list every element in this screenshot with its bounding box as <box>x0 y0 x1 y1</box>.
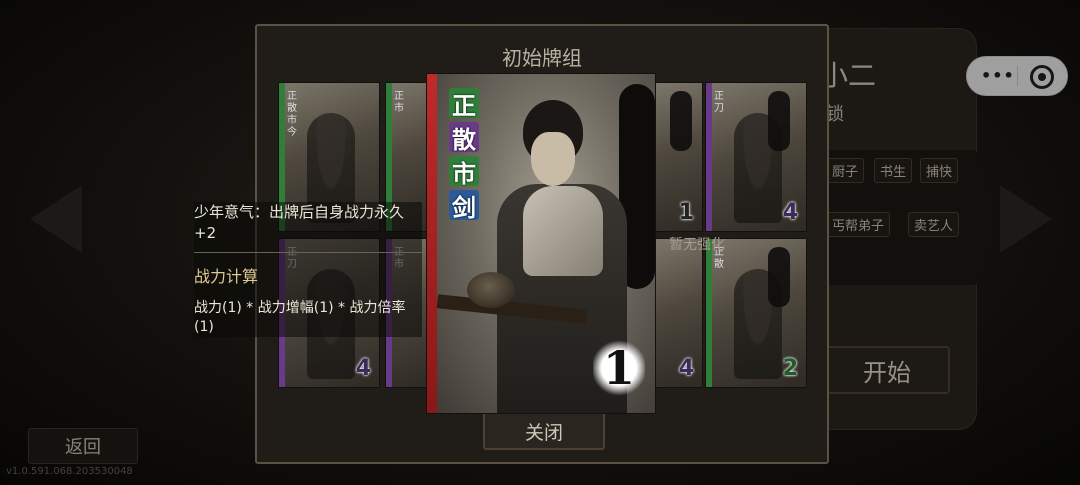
card-skill-description: 少年意气：出牌后自身战力永久+2 <box>194 203 405 242</box>
info-divider <box>194 252 424 253</box>
close-button[interactable]: 关闭 <box>483 412 605 450</box>
card-stripe <box>706 239 712 387</box>
card-ink <box>670 91 692 151</box>
card-figure-scarf <box>523 186 603 276</box>
deck-card[interactable]: 1 <box>655 82 703 232</box>
no-enhance-label: 暂无强化 <box>669 237 725 253</box>
card-cost: 4 <box>678 356 694 381</box>
card-cost: 4 <box>782 200 798 225</box>
teapot-icon <box>467 272 515 308</box>
card-tags: 正 散 市 剑 <box>449 84 483 224</box>
tag-shi: 市 <box>449 156 479 188</box>
card-tags: 正刀 <box>714 91 724 114</box>
power-formula: 战力(1) * 战力增幅(1) * 战力倍率(1) <box>194 300 406 335</box>
card-cost: 1 <box>678 200 694 225</box>
tag-zheng: 正 <box>449 88 479 120</box>
card-cost: 4 <box>355 356 371 381</box>
card-cost: 2 <box>782 356 798 381</box>
power-calc-heading: 战力计算 <box>194 267 259 286</box>
card-ink <box>768 247 790 307</box>
card-stripe <box>427 74 437 413</box>
card-ink <box>768 91 790 151</box>
modal-title: 初始牌组 <box>502 46 582 70</box>
card-tags: 正散市今 <box>287 91 297 138</box>
card-info-panel: 少年意气：出牌后自身战力永久+2 战力计算 战力(1) * 战力增幅(1) * … <box>194 202 424 337</box>
card-stripe <box>706 83 712 231</box>
tag-jian: 剑 <box>449 190 479 222</box>
deck-card[interactable]: 正散 2 <box>705 238 807 388</box>
deck-card[interactable]: 4 <box>655 238 703 388</box>
tag-san: 散 <box>449 122 479 154</box>
deck-card[interactable]: 正刀 4 <box>705 82 807 232</box>
card-cost: 1 <box>593 338 645 398</box>
card-tags: 正市 <box>394 91 404 114</box>
card-figure-face <box>531 132 575 186</box>
selected-card[interactable]: 正 散 市 剑 1 <box>426 73 656 414</box>
